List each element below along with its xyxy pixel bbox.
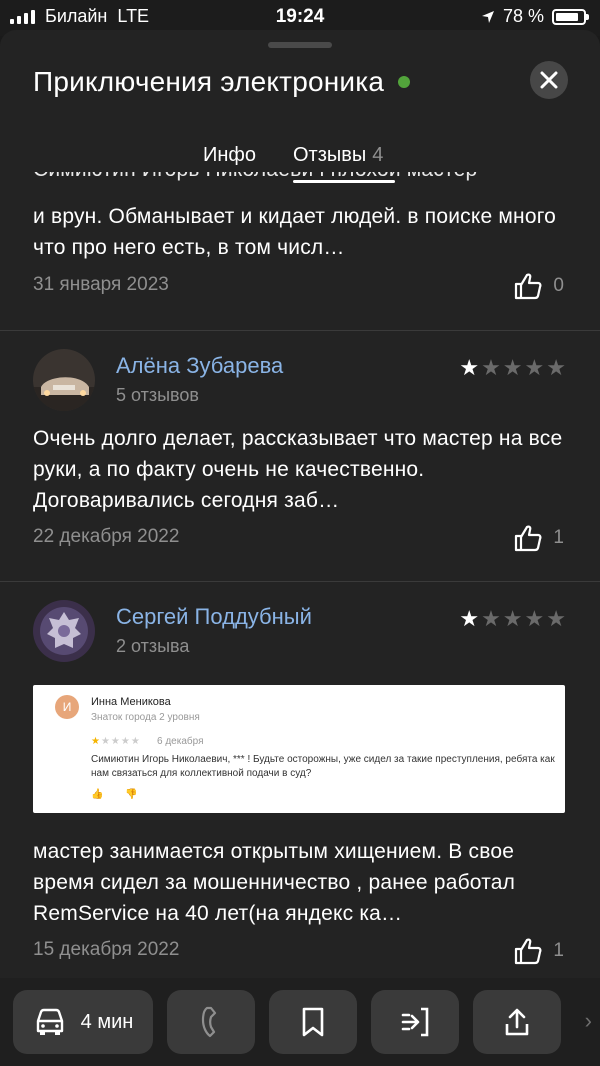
star-empty-icon: ★: [524, 606, 545, 631]
review-item: Сергей Поддубный 2 отзыва ★ ★ ★ ★ ★ И Ин…: [0, 582, 600, 978]
star-empty-icon: ★: [524, 355, 545, 380]
like-button[interactable]: 1: [513, 937, 564, 965]
location-arrow-icon: [481, 10, 494, 23]
route-time: 4 мин: [80, 1010, 134, 1033]
embed-text: Симиютин Игорь Николаевич, *** ! Будьте …: [91, 754, 555, 779]
embed-date: 6 декабря: [157, 736, 204, 747]
place-title: Приключения электроника: [33, 66, 411, 98]
star-empty-icon: ★: [502, 606, 523, 631]
share-icon: [505, 1008, 529, 1036]
avatar-emblem: [33, 600, 95, 662]
route-button[interactable]: [371, 990, 459, 1054]
embed-author-level: Знаток города 2 уровня: [91, 712, 200, 723]
star-empty-icon: ★: [546, 606, 566, 631]
embed-rating-stars: ★★★★★: [91, 736, 141, 747]
like-count: 1: [553, 527, 564, 548]
review-author-count: 5 отзывов: [116, 385, 199, 405]
route-icon: [401, 1007, 429, 1037]
review-text[interactable]: Очень долго делает, рассказывает что мас…: [33, 423, 573, 516]
review-author-count: 2 отзыва: [116, 636, 190, 656]
share-button[interactable]: [473, 990, 561, 1054]
reviews-list[interactable]: Симиютин Игорь Николаевич плохой мастер …: [0, 158, 600, 978]
rating-stars: ★ ★ ★ ★ ★: [459, 355, 566, 381]
chevron-right-icon[interactable]: ›: [585, 1008, 592, 1034]
avatar-photo: [33, 349, 95, 411]
thumbs-up-icon: [515, 525, 542, 552]
like-count: 1: [553, 940, 564, 961]
review-text[interactable]: мастер занимается открытым хищением. В с…: [33, 836, 573, 929]
review-date: 15 декабря 2022: [33, 939, 180, 960]
bookmark-icon: [302, 1007, 324, 1037]
star-filled-icon: ★: [459, 355, 480, 380]
bookmark-button[interactable]: [269, 990, 357, 1054]
close-icon: [540, 71, 558, 89]
status-right: 78 %: [481, 6, 589, 27]
review-author[interactable]: Сергей Поддубный: [116, 604, 312, 630]
like-button[interactable]: 1: [513, 524, 564, 552]
embed-avatar: И: [55, 695, 79, 719]
star-empty-icon: ★: [546, 355, 566, 380]
review-item: Симиютин Игорь Николаевич плохой мастер …: [0, 158, 600, 331]
star-empty-icon: ★: [481, 355, 501, 380]
car-icon: [36, 1008, 63, 1035]
star-empty-icon: ★: [502, 355, 523, 380]
thumbs-up-icon: [515, 273, 542, 300]
review-attached-image[interactable]: И Инна Меникова Знаток города 2 уровня ★…: [33, 685, 565, 813]
star-empty-icon: ★: [481, 606, 501, 631]
review-text-clipped: Симиютин Игорь Николаевич плохой мастер: [33, 172, 573, 186]
like-button[interactable]: 0: [513, 272, 564, 300]
review-text: и врун. Обманывает и кидает людей. в пои…: [33, 205, 556, 259]
open-status-dot: [398, 76, 411, 88]
review-text-clipped-line: Симиютин Игорь Николаевич плохой мастер: [33, 172, 573, 185]
rating-stars: ★ ★ ★ ★ ★: [459, 606, 566, 632]
close-button[interactable]: [530, 61, 568, 99]
review-author[interactable]: Алёна Зубарева: [116, 353, 283, 379]
place-title-text: Приключения электроника: [33, 66, 385, 97]
review-date: 22 декабря 2022: [33, 526, 180, 547]
embed-author-name: Инна Меникова: [91, 696, 171, 708]
embed-thumbs-down-icon: 👎: [125, 789, 138, 800]
battery-percent: 78 %: [502, 6, 544, 26]
bottom-action-bar: 4 мин ›: [0, 978, 600, 1066]
like-count: 0: [553, 275, 564, 296]
avatar[interactable]: [33, 349, 95, 411]
thumbs-up-icon: [515, 938, 542, 965]
route-by-car-button[interactable]: 4 мин: [13, 990, 153, 1054]
sheet-grabber[interactable]: [268, 42, 332, 48]
phone-icon: [201, 1006, 217, 1038]
review-item: Алёна Зубарева 5 отзывов ★ ★ ★ ★ ★ Очень…: [0, 331, 600, 582]
battery-icon: [552, 8, 589, 25]
star-filled-icon: ★: [459, 606, 480, 631]
call-button[interactable]: [167, 990, 255, 1054]
embed-thumbs-up-icon: 👍: [91, 789, 104, 800]
avatar[interactable]: [33, 600, 95, 662]
review-date: 31 января 2023: [33, 274, 169, 295]
